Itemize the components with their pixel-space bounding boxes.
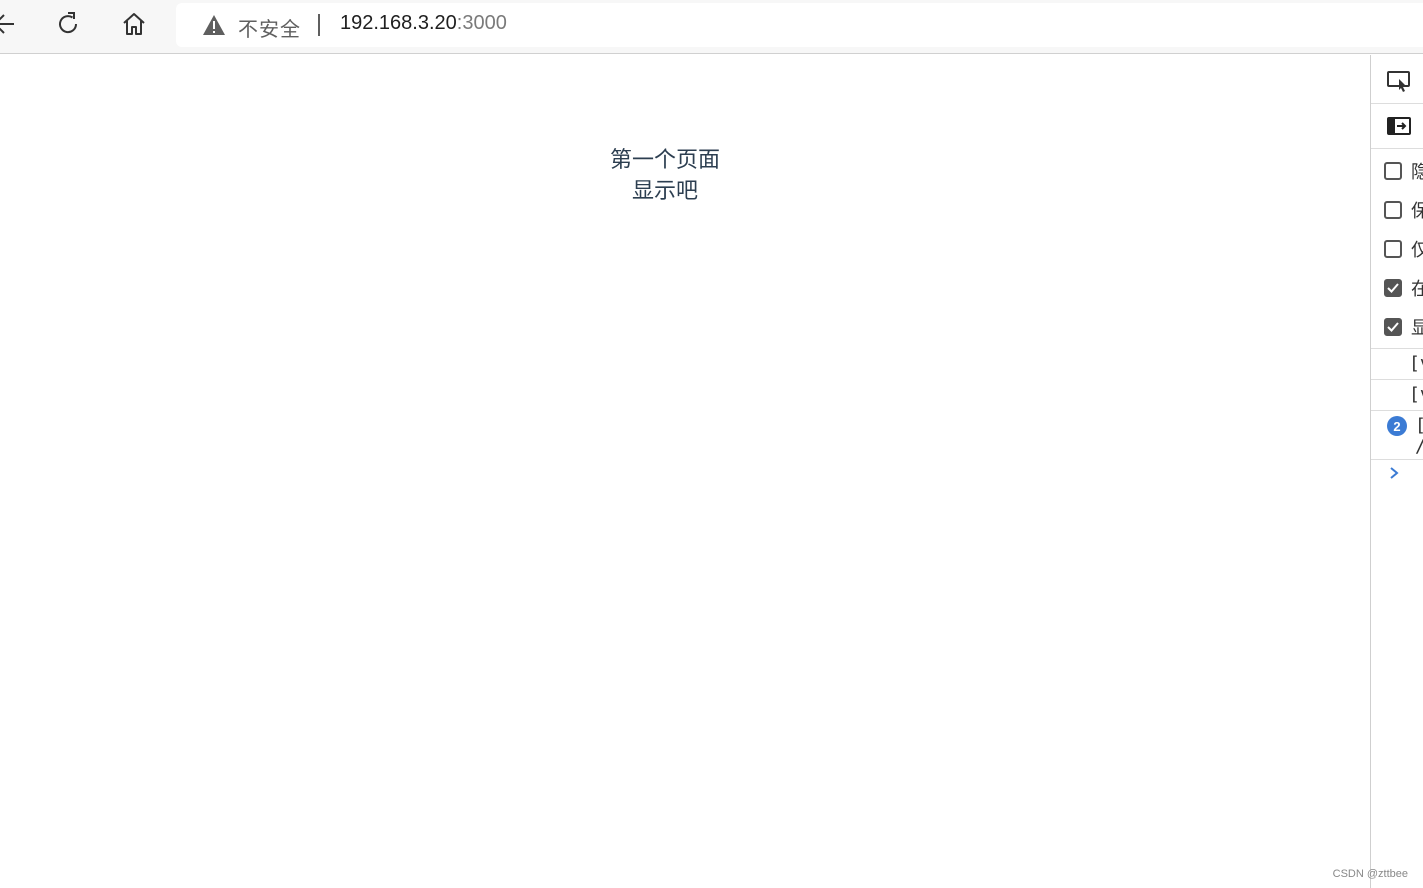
devtools-divider xyxy=(1371,410,1423,411)
security-label[interactable]: 不安全 xyxy=(238,13,301,42)
page-line-2: 显示吧 xyxy=(631,179,698,204)
warning-icon[interactable] xyxy=(202,14,226,36)
browser-toolbar: 不安全 192.168.3.20:3000 / xyxy=(0,0,1423,54)
console-setting-row[interactable]: 显 xyxy=(1384,315,1423,339)
sidebar-toggle-button[interactable] xyxy=(1385,112,1413,140)
page-content: 第一个页面 显示吧 xyxy=(0,55,1370,888)
checkbox-label: 隐 xyxy=(1411,158,1423,184)
devtools-divider xyxy=(1371,348,1423,349)
back-button[interactable] xyxy=(0,8,22,40)
checkbox-label: 保 xyxy=(1411,197,1423,223)
checkbox-label: 在 xyxy=(1411,275,1423,301)
devtools-divider xyxy=(1371,459,1423,460)
home-icon xyxy=(123,13,145,35)
checkmark-icon xyxy=(1387,322,1399,332)
device-toggle-button[interactable] xyxy=(1385,67,1413,95)
refresh-button[interactable] xyxy=(52,8,84,40)
log-count-badge: 2 xyxy=(1387,416,1407,436)
address-bar[interactable]: 不安全 192.168.3.20:3000 / xyxy=(176,3,1423,47)
console-log-entry[interactable]: [v xyxy=(1409,353,1423,374)
grouped-log-line-1[interactable]: [ xyxy=(1415,415,1423,436)
console-log-entry[interactable]: [v xyxy=(1409,384,1423,405)
devtools-divider xyxy=(1371,148,1423,149)
checkbox-label: 显 xyxy=(1411,314,1423,340)
page-line-1: 第一个页面 xyxy=(609,148,720,173)
address-separator xyxy=(318,14,320,36)
refresh-icon xyxy=(59,12,78,34)
url-port: :3000 xyxy=(456,12,507,34)
checkbox-checked[interactable] xyxy=(1384,279,1402,297)
checkbox-checked[interactable] xyxy=(1384,318,1402,336)
page-text-block: 第一个页面 显示吧 xyxy=(0,145,1330,207)
checkbox[interactable] xyxy=(1384,201,1402,219)
grouped-log-line-2[interactable]: / xyxy=(1415,436,1423,457)
devtools-divider xyxy=(1371,379,1423,380)
inspect-device-icon xyxy=(1387,71,1410,92)
home-button[interactable] xyxy=(118,8,150,40)
back-arrow-icon xyxy=(0,14,14,34)
watermark: CSDN @zttbee xyxy=(1332,868,1408,880)
console-prompt-chevron-icon[interactable] xyxy=(1387,465,1401,481)
url-text[interactable]: 192.168.3.20:3000 xyxy=(340,12,507,35)
devtools-panel: 隐 保 仅 在 显 [v [v 2 [ / xyxy=(1370,55,1423,888)
console-setting-row[interactable]: 保 xyxy=(1384,198,1423,222)
devtools-divider xyxy=(1371,103,1423,104)
console-setting-row[interactable]: 在 xyxy=(1384,276,1423,300)
checkbox[interactable] xyxy=(1384,162,1402,180)
checkmark-icon xyxy=(1387,283,1399,293)
url-host: 192.168.3.20 xyxy=(340,12,457,34)
checkbox[interactable] xyxy=(1384,240,1402,258)
console-setting-row[interactable]: 隐 xyxy=(1384,159,1423,183)
checkbox-label: 仅 xyxy=(1411,236,1423,262)
sidebar-toggle-icon xyxy=(1387,117,1411,135)
console-setting-row[interactable]: 仅 xyxy=(1384,237,1423,261)
